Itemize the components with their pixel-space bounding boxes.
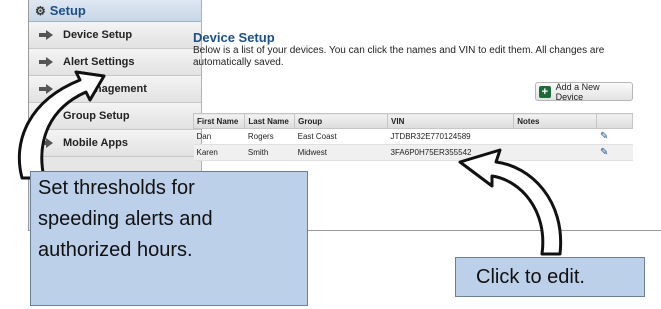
callout-text: Click to edit. xyxy=(476,266,585,288)
annotation-arrow-right xyxy=(458,148,563,256)
callout-line: speeding alerts and xyxy=(38,208,213,230)
callout-line: Set thresholds for xyxy=(38,177,195,199)
annotation-arrow-left xyxy=(17,70,106,180)
callout-line: authorized hours. xyxy=(38,239,193,261)
callout-click-to-edit: Click to edit. xyxy=(455,257,645,297)
callout-alert-settings: Set thresholds for speeding alerts and a… xyxy=(30,171,308,306)
